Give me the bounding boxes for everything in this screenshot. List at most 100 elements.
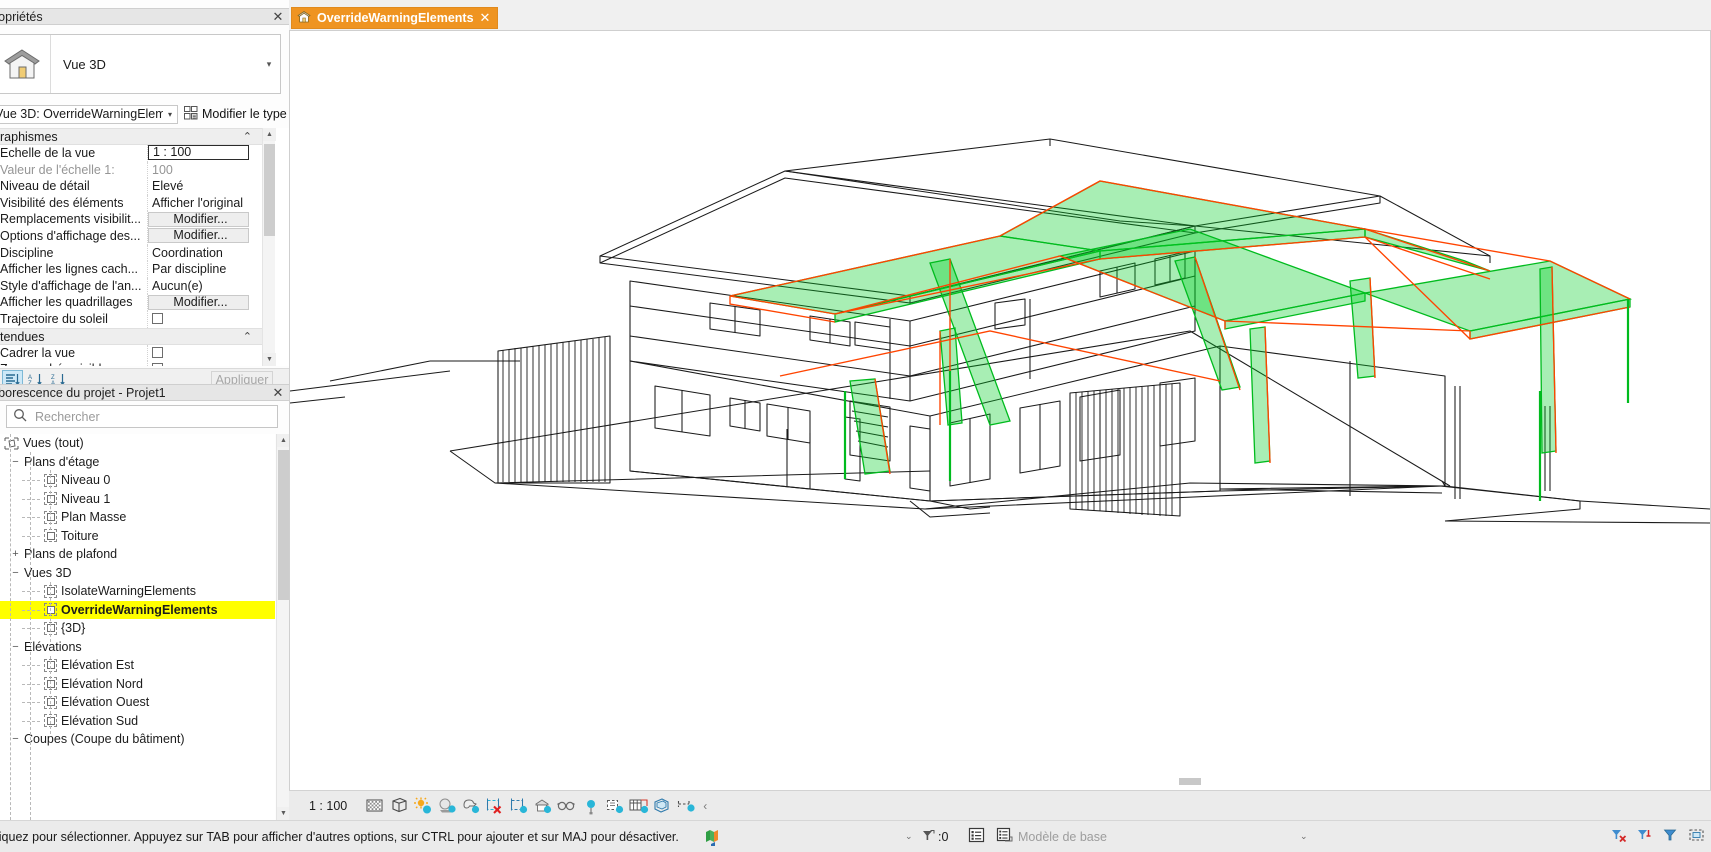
expand-icon[interactable]: + (10, 548, 21, 560)
property-value[interactable]: Afficher l'original (148, 195, 268, 212)
design-options-icon[interactable] (651, 794, 675, 818)
selection-count-label: :0 (938, 829, 949, 844)
detail-level-icon[interactable] (363, 794, 387, 818)
pin-filter-icon[interactable] (1636, 827, 1653, 846)
property-value[interactable]: 100 (148, 162, 268, 179)
collapse-icon[interactable]: − (10, 567, 21, 579)
tree-connector (22, 535, 40, 537)
document-tab-label: OverrideWarningElements (317, 11, 474, 25)
collapse-icon[interactable]: − (10, 641, 21, 653)
views-all-icon (4, 437, 19, 450)
scrollbar-thumb[interactable] (1179, 778, 1201, 785)
chevron-up-icon[interactable]: ⌃ (243, 329, 252, 345)
project-browser-scrollbar[interactable]: ▲ ▼ (276, 434, 290, 820)
property-checkbox[interactable] (152, 312, 163, 324)
property-key: Afficher les lignes cach... (0, 261, 148, 278)
tree-item[interactable]: {3D} (0, 619, 275, 638)
rendering-dialog-icon[interactable] (459, 794, 483, 818)
type-selector[interactable]: Vue 3D ▾ (0, 34, 281, 94)
property-row: Visibilité des éléments Afficher l'origin… (0, 194, 268, 212)
canvas-horizontal-scrollbar[interactable] (1179, 776, 1699, 787)
property-value[interactable]: Elevé (148, 178, 268, 195)
tree-item[interactable]: Toiture (0, 527, 275, 546)
crop-region-on-icon[interactable] (507, 794, 531, 818)
property-value[interactable]: Coordination (148, 245, 268, 262)
scrollbar-thumb[interactable] (264, 144, 275, 236)
property-value[interactable]: Par discipline (148, 261, 268, 278)
tree-item[interactable]: − Vues (tout) (0, 434, 275, 453)
schedule-panel-icon[interactable] (996, 827, 1013, 846)
property-edit-button[interactable]: Modifier... (148, 211, 249, 227)
collapse-icon[interactable]: − (10, 733, 21, 745)
property-key: Cadrer la vue (0, 344, 148, 362)
shadows-icon[interactable] (435, 794, 459, 818)
family-type-combo[interactable]: Vue 3D: OverrideWarningElement ▾ (0, 104, 178, 124)
close-icon[interactable]: ✕ (480, 10, 491, 26)
chevron-down-icon[interactable]: ▾ (258, 59, 280, 70)
selection-count[interactable]: :0 (921, 828, 948, 846)
scroll-up-icon[interactable]: ▲ (263, 128, 276, 141)
document-tab-overridewarningelements[interactable]: OverrideWarningElements ✕ (291, 7, 499, 29)
3d-view-canvas[interactable] (289, 30, 1711, 790)
scroll-down-icon[interactable]: ▼ (263, 353, 276, 366)
collapse-icon[interactable]: − (10, 456, 21, 468)
sun-path-icon[interactable] (411, 794, 435, 818)
tree-item[interactable]: Elévation Ouest (0, 693, 275, 712)
filter-icon[interactable] (1662, 827, 1679, 846)
property-key: Zone cadrée visible (0, 361, 148, 366)
properties-scrollbar[interactable]: ▲ ▼ (262, 128, 276, 366)
analytical-model-icon[interactable] (579, 794, 603, 818)
property-checkbox[interactable] (152, 363, 163, 366)
tree-item[interactable]: − Coupes (Coupe du bâtiment) (0, 730, 275, 749)
crop-region-off-icon[interactable] (483, 794, 507, 818)
constraints-icon[interactable] (603, 794, 627, 818)
family-type-value: Vue 3D: OverrideWarningElement (0, 107, 163, 121)
worksharing-display-icon[interactable] (627, 794, 651, 818)
selection-box-icon[interactable] (1688, 827, 1705, 846)
edit-type-button[interactable]: Modifier le type (184, 105, 287, 123)
chevron-down-icon[interactable]: ▾ (163, 110, 177, 119)
properties-panel-icon[interactable] (968, 827, 985, 846)
measure-icon[interactable] (675, 794, 699, 818)
tree-item-selected[interactable]: OverrideWarningElements (0, 600, 275, 619)
tree-item[interactable]: Plan Masse (0, 508, 275, 527)
property-edit-button[interactable]: Modifier... (148, 294, 249, 310)
tree-item[interactable]: IsolateWarningElements (0, 582, 275, 601)
property-edit-button[interactable]: Modifier... (148, 228, 249, 244)
close-icon[interactable]: ✕ (271, 385, 285, 401)
temporary-hide-isolate-icon[interactable] (555, 794, 579, 818)
property-checkbox[interactable] (152, 346, 163, 358)
chevron-down-icon[interactable]: ⌄ (1300, 831, 1308, 842)
tree-connector (22, 609, 40, 611)
close-icon[interactable]: ✕ (271, 9, 285, 25)
view-scale-label[interactable]: 1 : 100 (309, 799, 347, 813)
tree-item[interactable]: − Elévations (0, 638, 275, 657)
property-row: Trajectoire du soleil (0, 310, 268, 328)
tree-item[interactable]: Elévation Sud (0, 712, 275, 731)
chevron-up-icon[interactable]: ⌃ (243, 129, 252, 145)
search-input[interactable] (33, 408, 277, 425)
scrollbar-thumb[interactable] (278, 450, 289, 600)
property-section-header[interactable]: tendues ⌃ (0, 327, 268, 345)
tree-item[interactable]: + Plans de plafond (0, 545, 275, 564)
property-section-header[interactable]: raphismes ⌃ (0, 128, 268, 145)
property-section-label: tendues (0, 329, 45, 344)
tree-item[interactable]: Niveau 1 (0, 490, 275, 509)
property-row: Style d'affichage de l'an... Aucun(e) (0, 277, 268, 295)
reveal-hidden-icon[interactable] (531, 794, 555, 818)
exclude-options-icon[interactable] (1610, 827, 1627, 846)
property-section-label: raphismes (0, 130, 58, 144)
tree-item[interactable]: Elévation Nord (0, 675, 275, 694)
tree-item[interactable]: − Vues 3D (0, 564, 275, 583)
tree-item[interactable]: Niveau 0 (0, 471, 275, 490)
chevron-down-icon[interactable]: ⌄ (905, 831, 913, 842)
property-value[interactable]: 1 : 100 (148, 145, 249, 160)
collapse-view-bar-icon[interactable]: ‹ (703, 799, 707, 813)
collapse-icon[interactable]: − (0, 437, 1, 449)
visual-style-icon[interactable] (387, 794, 411, 818)
search-box[interactable] (6, 405, 278, 428)
tree-item[interactable]: Elévation Est (0, 656, 275, 675)
property-value[interactable]: Aucun(e) (148, 278, 268, 295)
property-value (148, 345, 268, 362)
tree-item[interactable]: − Plans d'étage (0, 453, 275, 472)
